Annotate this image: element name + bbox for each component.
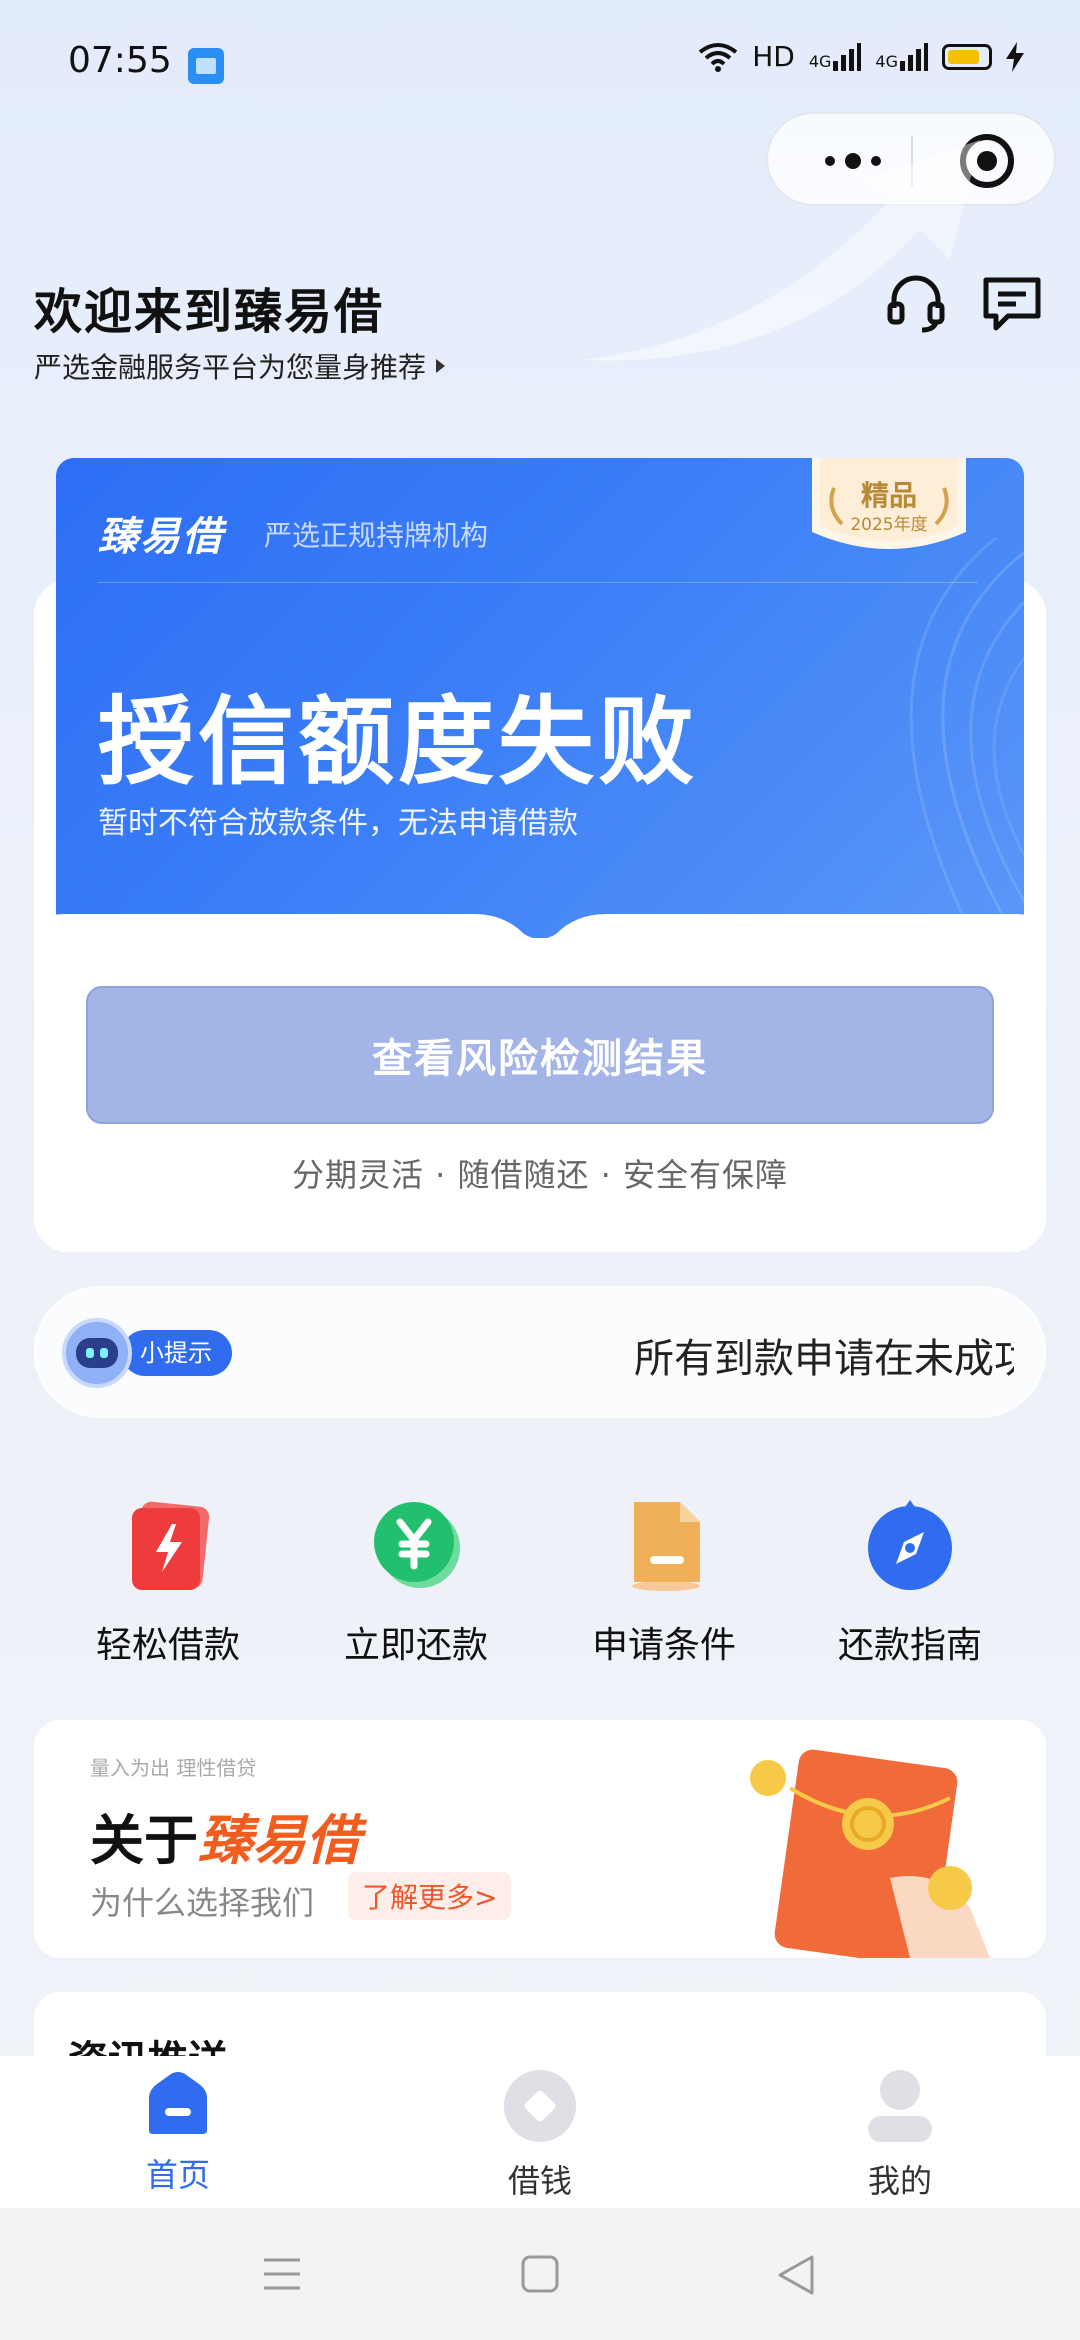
quick-action-conditions[interactable]: 申请条件 bbox=[554, 1496, 774, 1668]
tab-label: 首页 bbox=[145, 2156, 210, 2194]
play-arrow-icon bbox=[436, 359, 446, 373]
recommend-link[interactable]: 严选金融服务平台为您量身推荐 bbox=[34, 346, 446, 386]
view-risk-result-button[interactable]: 查看风险检测结果 bbox=[86, 986, 994, 1124]
tip-marquee-text: 所有到款申请在未成功 bbox=[634, 1336, 1014, 1382]
welcome-title: 欢迎来到臻易借 bbox=[34, 284, 385, 340]
quick-action-label: 还款指南 bbox=[837, 1625, 982, 1666]
signal-4g-label-2: 4G bbox=[875, 42, 928, 71]
quick-action-borrow[interactable]: 轻松借款 bbox=[58, 1496, 278, 1668]
red-envelope-illustration bbox=[750, 1749, 990, 1958]
charging-bolt-icon bbox=[1006, 41, 1024, 72]
user-icon bbox=[868, 2070, 932, 2142]
network-hd-label: HD bbox=[752, 40, 795, 73]
message-icon[interactable] bbox=[980, 272, 1044, 336]
back-icon[interactable] bbox=[776, 2254, 816, 2296]
status-time: 07:55 bbox=[68, 40, 172, 81]
features-text: 分期灵活 · 随借随还 · 安全有保障 bbox=[291, 1156, 789, 1194]
badge-year: 2025年度 bbox=[850, 515, 928, 535]
signal-bars-icon bbox=[833, 42, 862, 71]
quick-action-repay[interactable]: 立即还款 bbox=[306, 1496, 526, 1668]
about-tagline: 量入为出 理性借贷 bbox=[90, 1756, 257, 1780]
background-arrow-decoration bbox=[580, 140, 980, 361]
diamond-icon bbox=[504, 2070, 576, 2142]
tab-mine[interactable]: 我的 bbox=[800, 2070, 1000, 2202]
tab-label: 我的 bbox=[867, 2162, 932, 2200]
headset-icon[interactable] bbox=[884, 272, 948, 336]
brand-logo-text: 臻易借 bbox=[98, 514, 224, 560]
signal-bars-icon bbox=[900, 42, 928, 71]
credit-status-description: 暂时不符合放款条件，无法申请借款 bbox=[98, 806, 578, 841]
recommend-text: 严选金融服务平台为您量身推荐 bbox=[34, 351, 427, 384]
about-why-text: 为什么选择我们 bbox=[90, 1884, 315, 1922]
battery-icon bbox=[942, 43, 992, 70]
quick-action-guide[interactable]: 还款指南 bbox=[800, 1496, 1020, 1668]
tab-borrow[interactable]: 借钱 bbox=[440, 2070, 640, 2202]
notification-app-icon bbox=[188, 48, 224, 84]
divider bbox=[98, 582, 978, 583]
quick-action-label: 申请条件 bbox=[591, 1625, 736, 1666]
document-icon bbox=[632, 1502, 700, 1591]
quick-action-label: 立即还款 bbox=[343, 1625, 488, 1666]
about-title: 关于臻易借 bbox=[90, 1796, 360, 1875]
tab-label: 借钱 bbox=[507, 2162, 572, 2200]
about-title-prefix: 关于 bbox=[90, 1809, 198, 1872]
signal-4g-label-1: 4G bbox=[809, 42, 862, 71]
about-title-brand: 臻易借 bbox=[198, 1809, 360, 1872]
home-icon bbox=[149, 2072, 207, 2134]
menu-icon[interactable] bbox=[262, 2256, 302, 2292]
lightning-card-icon bbox=[132, 1501, 210, 1590]
brand-slogan: 严选正规持牌机构 bbox=[264, 519, 489, 552]
robot-icon bbox=[62, 1318, 132, 1388]
badge-title: 精品 bbox=[860, 479, 917, 512]
tab-home[interactable]: 首页 bbox=[78, 2070, 278, 2196]
learn-more-link[interactable]: 了解更多> bbox=[348, 1872, 512, 1920]
quick-action-label: 轻松借款 bbox=[95, 1625, 240, 1666]
card-notch-curve bbox=[34, 914, 1046, 974]
credit-status-title: 授信额度失败 bbox=[98, 686, 698, 798]
yuan-coin-icon bbox=[374, 1502, 460, 1588]
wave-decoration bbox=[909, 538, 1024, 918]
home-button-icon[interactable] bbox=[520, 2254, 560, 2294]
tip-pill: 小提示 bbox=[122, 1330, 232, 1376]
wifi-icon bbox=[698, 42, 738, 72]
status-indicators: HD 4G 4G bbox=[698, 40, 1024, 73]
compass-icon bbox=[868, 1500, 952, 1590]
